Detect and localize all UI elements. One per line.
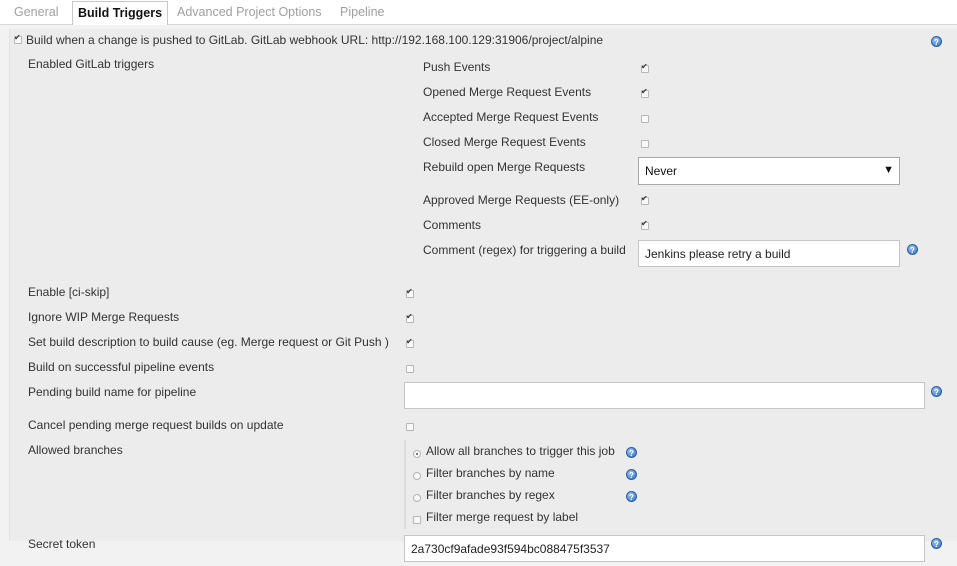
filter-by-regex-radio[interactable] [413,494,421,502]
enable-ci-skip-checkbox[interactable] [406,287,414,298]
accepted-mr-events-label: Accepted Merge Request Events [423,110,599,124]
secret-token-input[interactable]: 2a730cf9afade93f594bc088475f3537 [404,535,925,562]
comment-regex-input[interactable]: Jenkins please retry a build [638,240,900,267]
opened-mr-events-label: Opened Merge Request Events [423,85,592,99]
set-build-description-checkbox[interactable] [406,337,414,348]
closed-mr-events-label: Closed Merge Request Events [423,135,586,149]
filter-mr-by-label-label: Filter merge request by label [426,510,579,524]
closed-mr-events-checkbox[interactable] [641,140,649,148]
approved-mr-label: Approved Merge Requests (EE-only) [423,193,620,207]
pending-build-name-input[interactable] [404,382,925,409]
filter-mr-by-label-checkbox[interactable] [413,516,421,524]
help-icon[interactable]: ? [626,491,637,502]
tab-bar: General Build Triggers Advanced Project … [0,0,957,26]
opened-mr-events-checkbox[interactable] [641,87,649,98]
pending-build-name-label: Pending build name for pipeline [28,385,197,399]
rebuild-open-mr-value: Never [645,164,678,178]
allow-all-branches-label: Allow all branches to trigger this job [426,444,615,458]
filter-by-regex-label: Filter branches by regex [426,488,555,502]
set-build-description-label: Set build description to build cause (eg… [28,335,389,349]
help-icon[interactable]: ? [931,36,942,47]
comments-checkbox[interactable] [641,219,649,230]
cancel-pending-builds-label: Cancel pending merge request builds on u… [28,418,284,432]
dropdown-arrow-icon: ▼ [883,164,894,176]
secret-token-value: 2a730cf9afade93f594bc088475f3537 [411,542,610,556]
filter-by-name-radio[interactable] [413,472,421,480]
radio-group-indent [404,440,406,529]
allow-all-branches-radio[interactable] [413,450,421,458]
approved-mr-checkbox[interactable] [641,194,649,205]
filter-by-name-label: Filter branches by name [426,466,555,480]
help-icon[interactable]: ? [931,386,942,397]
comments-label: Comments [423,218,482,232]
build-on-pipeline-events-label: Build on successful pipeline events [28,360,215,374]
ignore-wip-label: Ignore WIP Merge Requests [28,310,180,324]
help-icon[interactable]: ? [931,538,942,549]
rebuild-open-mr-select[interactable]: Never ▼ [638,157,900,185]
enabled-triggers-label: Enabled GitLab triggers [28,57,155,71]
build-on-pipeline-events-checkbox[interactable] [406,365,414,373]
ignore-wip-checkbox[interactable] [406,312,414,323]
tab-build-triggers[interactable]: Build Triggers [72,1,169,26]
help-icon[interactable]: ? [907,244,918,255]
tab-advanced-project-options[interactable]: Advanced Project Options [177,5,322,19]
push-events-checkbox[interactable] [641,62,649,73]
gitlab-trigger-options-panel [9,29,957,541]
comment-regex-label: Comment (regex) for triggering a build [423,243,626,257]
allowed-branches-label: Allowed branches [28,443,123,457]
help-icon[interactable]: ? [626,447,637,458]
help-icon[interactable]: ? [626,469,637,480]
comment-regex-value: Jenkins please retry a build [645,247,791,261]
tab-pipeline[interactable]: Pipeline [340,5,384,19]
gitlab-trigger-checkbox[interactable] [14,33,22,44]
enable-ci-skip-label: Enable [ci-skip] [28,285,110,299]
rebuild-open-mr-label: Rebuild open Merge Requests [423,160,586,174]
cancel-pending-builds-checkbox[interactable] [406,423,414,431]
accepted-mr-events-checkbox[interactable] [641,115,649,123]
gitlab-trigger-label: Build when a change is pushed to GitLab.… [26,33,604,47]
push-events-label: Push Events [423,60,491,74]
secret-token-label: Secret token [28,537,96,551]
tab-general[interactable]: General [14,5,58,19]
